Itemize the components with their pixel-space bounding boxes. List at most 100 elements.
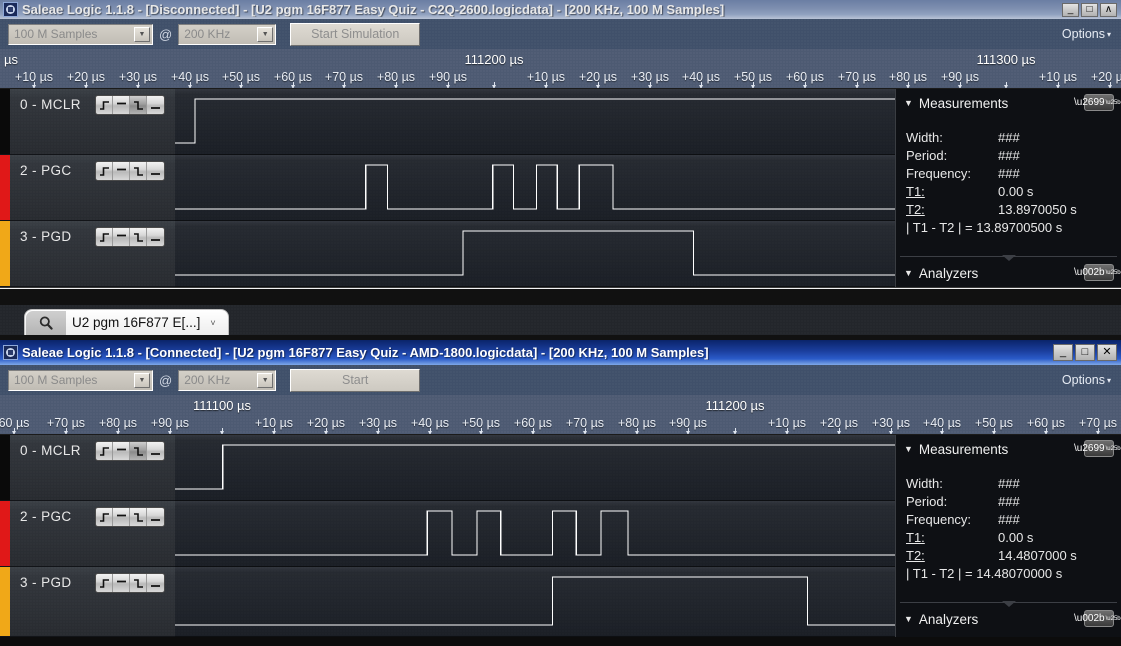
- minimize-button[interactable]: _: [1053, 344, 1073, 361]
- waveform-row[interactable]: [175, 501, 895, 567]
- titlebar-bottom[interactable]: Saleae Logic 1.1.8 - [Connected] - [U2 p…: [0, 340, 1121, 365]
- rising-edge-icon[interactable]: [96, 574, 113, 592]
- rising-edge-icon[interactable]: [96, 228, 113, 246]
- taskbar-tab[interactable]: U2 pgm 16F877 E[...] ˅: [24, 309, 229, 335]
- falling-edge-icon[interactable]: [130, 574, 147, 592]
- waveform-row[interactable]: [175, 155, 895, 221]
- sample-count-dropdown[interactable]: 100 M Samples ▼: [8, 369, 153, 391]
- low-level-icon[interactable]: [147, 228, 164, 246]
- low-level-icon[interactable]: [147, 96, 164, 114]
- chevron-down-icon[interactable]: ▼: [257, 372, 274, 388]
- gear-icon[interactable]: \u2699\u25be: [1074, 94, 1121, 111]
- chevron-down-icon[interactable]: ▼: [257, 26, 274, 42]
- waveform-column-top[interactable]: [175, 89, 895, 287]
- scroll-right-icon[interactable]: ▶: [1107, 288, 1121, 289]
- chevron-down-icon[interactable]: ▼: [904, 444, 913, 454]
- ruler-tick: [583, 428, 587, 434]
- falling-edge-icon[interactable]: [130, 162, 147, 180]
- measurement-key[interactable]: T1:: [906, 183, 998, 201]
- measurements-header[interactable]: ▼ Measurements \u2699\u25be: [896, 435, 1121, 463]
- graph-area-top: 0 - MCLR 2 - PGC 3 - PGD ▼ Measurements \u…: [0, 89, 1121, 287]
- channel-row[interactable]: 0 - MCLR: [0, 435, 175, 501]
- trigger-button-group[interactable]: [95, 441, 165, 461]
- high-level-icon[interactable]: [113, 508, 130, 526]
- waveform-row[interactable]: [175, 567, 895, 637]
- channel-row[interactable]: 3 - PGD: [0, 567, 175, 637]
- titlebar-top[interactable]: Saleae Logic 1.1.8 - [Disconnected] - [U…: [0, 0, 1121, 19]
- chevron-down-icon[interactable]: ˅: [210, 318, 215, 328]
- rising-edge-icon[interactable]: [96, 162, 113, 180]
- timeline-ruler-bottom[interactable]: 111100 µs 111200 µs 60 µs +70 µs +80 µs +90 µ…: [0, 395, 1121, 435]
- channel-row[interactable]: 0 - MCLR: [0, 89, 175, 155]
- measurement-value: ###: [998, 130, 1020, 145]
- rising-edge-icon[interactable]: [96, 96, 113, 114]
- waveform-trace: [175, 510, 895, 556]
- options-menu-top[interactable]: Options ▾: [1062, 27, 1111, 41]
- waveform-row[interactable]: [175, 435, 895, 501]
- sample-rate-dropdown[interactable]: 200 KHz ▼: [178, 23, 277, 45]
- graph-area-bottom: 0 - MCLR 2 - PGC 3 - PGD ▼ Measurements \u…: [0, 435, 1121, 637]
- low-level-icon[interactable]: [147, 162, 164, 180]
- trigger-button-group[interactable]: [95, 573, 165, 593]
- start-button[interactable]: Start: [290, 368, 421, 392]
- chevron-down-icon[interactable]: ▼: [134, 372, 150, 388]
- start-simulation-button[interactable]: Start Simulation: [290, 22, 421, 46]
- high-level-icon[interactable]: [113, 442, 130, 460]
- rising-edge-icon[interactable]: [96, 508, 113, 526]
- high-level-icon[interactable]: [113, 228, 130, 246]
- high-level-icon[interactable]: [113, 574, 130, 592]
- chevron-down-icon[interactable]: ▼: [904, 98, 913, 108]
- analyzers-header[interactable]: ▼ Analyzers \u002b\u25be: [896, 605, 1121, 633]
- scroll-left-icon[interactable]: ◀: [0, 288, 14, 289]
- analyzers-header[interactable]: ▼ Analyzers \u002b\u25be: [896, 259, 1121, 287]
- horizontal-scrollbar[interactable]: ◀ ▶: [0, 287, 1121, 289]
- trigger-button-group[interactable]: [95, 95, 165, 115]
- channel-row[interactable]: 2 - PGC: [0, 155, 175, 221]
- maximize-button[interactable]: □: [1081, 2, 1098, 17]
- falling-edge-icon[interactable]: [130, 96, 147, 114]
- chevron-down-icon[interactable]: ▼: [904, 268, 913, 278]
- options-menu-bottom[interactable]: Options ▾: [1062, 373, 1111, 387]
- ruler-tick: [596, 82, 600, 88]
- close-button[interactable]: ✕: [1097, 344, 1117, 361]
- chevron-down-icon[interactable]: ▼: [134, 26, 150, 42]
- high-level-icon[interactable]: [113, 162, 130, 180]
- waveform-row[interactable]: [175, 89, 895, 155]
- waveform-row[interactable]: [175, 221, 895, 287]
- search-icon[interactable]: [26, 310, 66, 335]
- measurement-key[interactable]: T2:: [906, 201, 998, 219]
- plus-icon[interactable]: \u002b\u25be: [1074, 610, 1121, 627]
- waveform-column-bottom[interactable]: [175, 435, 895, 637]
- trigger-button-group[interactable]: [95, 161, 165, 181]
- falling-edge-icon[interactable]: [130, 508, 147, 526]
- measurement-key[interactable]: T2:: [906, 547, 998, 565]
- restore-button[interactable]: ∧: [1100, 2, 1117, 17]
- sample-count-value: 100 M Samples: [14, 27, 98, 41]
- falling-edge-icon[interactable]: [130, 442, 147, 460]
- measurements-header[interactable]: ▼ Measurements \u2699\u25be: [896, 89, 1121, 117]
- channel-row[interactable]: 2 - PGC: [0, 501, 175, 567]
- chevron-down-icon[interactable]: ▼: [904, 614, 913, 624]
- sample-rate-dropdown[interactable]: 200 KHz ▼: [178, 369, 277, 391]
- low-level-icon[interactable]: [147, 574, 164, 592]
- high-level-icon[interactable]: [113, 96, 130, 114]
- trigger-button-group[interactable]: [95, 227, 165, 247]
- falling-edge-icon[interactable]: [130, 228, 147, 246]
- minimize-button[interactable]: _: [1062, 2, 1079, 17]
- trigger-button-group[interactable]: [95, 507, 165, 527]
- channel-label: 3 - PGD: [20, 229, 72, 244]
- channel-row[interactable]: 3 - PGD: [0, 221, 175, 287]
- measurement-key[interactable]: T1:: [906, 529, 998, 547]
- low-level-icon[interactable]: [147, 508, 164, 526]
- rising-edge-icon[interactable]: [96, 442, 113, 460]
- sample-rate-value: 200 KHz: [184, 373, 231, 387]
- maximize-button[interactable]: □: [1075, 344, 1095, 361]
- plus-icon[interactable]: \u002b\u25be: [1074, 264, 1121, 281]
- measurements-title: Measurements: [918, 95, 1009, 111]
- channel-label: 2 - PGC: [20, 509, 72, 524]
- ruler-tick: [906, 82, 910, 88]
- timeline-ruler-top[interactable]: µs 111200 µs 111300 µs +10 µs +20 µs +30 µs +4…: [0, 49, 1121, 89]
- gear-icon[interactable]: \u2699\u25be: [1074, 440, 1121, 457]
- sample-count-dropdown[interactable]: 100 M Samples ▼: [8, 23, 153, 45]
- low-level-icon[interactable]: [147, 442, 164, 460]
